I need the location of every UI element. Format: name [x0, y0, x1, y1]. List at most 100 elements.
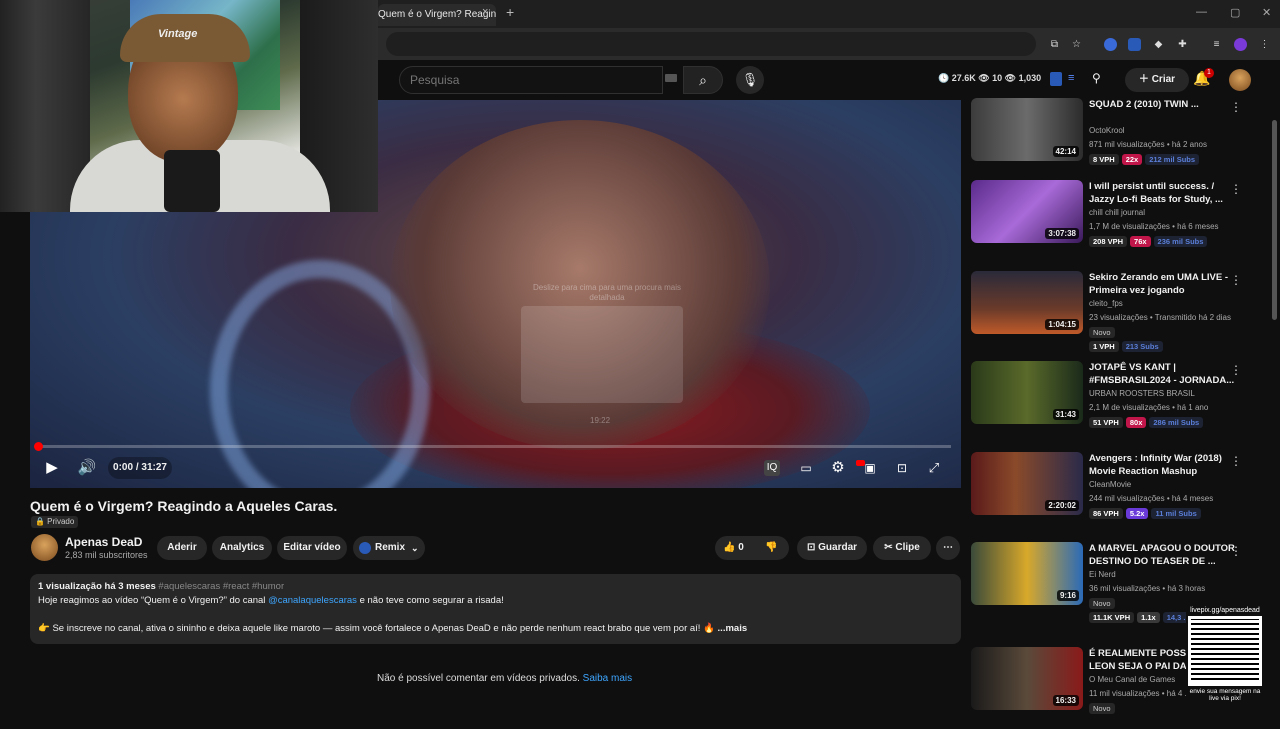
account-avatar[interactable] [1229, 69, 1251, 91]
duration-badge: 16:33 [1052, 695, 1079, 706]
like-button[interactable]: 👍 0 👎 [715, 536, 789, 560]
privacy-badge: 🔒 Privado [31, 516, 79, 528]
remix-label: Remix [375, 542, 406, 553]
recommendation-channel[interactable]: OctoKrool [1089, 126, 1125, 135]
vidiq-stats: 8 VPH 22x 212 mil Subs [1089, 154, 1200, 165]
recommendation-thumbnail[interactable]: 9:16 [971, 542, 1083, 605]
cast-icon[interactable]: ⧉ [1048, 38, 1061, 51]
browser-tab[interactable]: Quem é o Virgem? Reagindo [378, 4, 496, 26]
recommendation-title[interactable]: JOTAPÊ VS KANT | #FMSBRASIL2024 - JORNAD… [1089, 361, 1235, 388]
bookmark-star-icon[interactable]: ☆ [1070, 38, 1083, 51]
description-tags[interactable]: #aquelescaras #react #humor [158, 581, 284, 592]
duration-badge: 42:14 [1052, 146, 1079, 157]
recommendation-item[interactable]: 3:07:38 I will persist until success. / J… [970, 180, 1260, 262]
recommendation-thumbnail[interactable]: 3:07:38 [971, 180, 1083, 243]
more-options-icon[interactable]: ⋮ [1230, 100, 1242, 114]
show-more-link[interactable]: ...mais [718, 623, 748, 634]
keyboard-icon[interactable] [665, 74, 677, 82]
chevron-down-icon: ⌄ [411, 543, 419, 553]
tab-close-icon[interactable]: × [482, 6, 488, 18]
minimize-button[interactable]: — [1196, 6, 1207, 18]
extension-icon[interactable] [1104, 38, 1117, 51]
menu-dots-icon[interactable]: ⋮ [1258, 38, 1271, 51]
profile-icon[interactable] [1234, 38, 1247, 51]
more-options-icon[interactable]: ⋮ [1230, 363, 1242, 377]
recommendation-title[interactable]: A MARVEL APAGOU O DOUTOR DESTINO DO TEAS… [1089, 542, 1235, 569]
cast-icon[interactable]: ⊡ [891, 457, 913, 479]
subs-badge: 212 mil Subs [1145, 154, 1200, 165]
more-actions-button[interactable]: ⋯ [936, 536, 960, 560]
more-options-icon[interactable]: ⋮ [1230, 273, 1242, 287]
vidiq-icon[interactable] [1050, 72, 1062, 86]
volume-icon[interactable]: 🔊 [76, 457, 98, 479]
clip-label: Clipe [895, 542, 920, 553]
list-icon[interactable]: ≡ [1068, 72, 1074, 84]
learn-more-link[interactable]: Saiba mais [583, 673, 632, 684]
join-button[interactable]: Aderir [157, 536, 207, 560]
scrollbar[interactable] [1272, 120, 1277, 320]
description-line1-pre: Hoje reagimos ao vídeo “Quem é o Virgem?… [38, 595, 269, 606]
subtitles-icon[interactable]: ▭ [795, 457, 817, 479]
recommendation-thumbnail[interactable]: 1:04:15 [971, 271, 1083, 334]
recommendation-channel[interactable]: cleito_fps [1089, 299, 1123, 308]
recommendation-thumbnail[interactable]: 16:33 [971, 647, 1083, 710]
search-input[interactable] [399, 66, 663, 94]
address-bar[interactable] [386, 32, 1036, 56]
recommendation-title[interactable]: SQUAD 2 (2010) TWIN ... [1089, 98, 1235, 125]
media-icon[interactable]: ≡ [1210, 38, 1223, 51]
create-button[interactable]: ＋ Criar [1125, 68, 1189, 92]
search-icon: ⌕ [699, 72, 707, 88]
webcam-overlay: Vintage [0, 0, 378, 212]
thumbs-down-icon[interactable]: 👎 [765, 536, 777, 560]
edit-video-button[interactable]: Editar vídeo [277, 536, 347, 560]
voice-search-button[interactable]: 🎙 [736, 66, 764, 94]
clip-button[interactable]: ✂ Clipe [873, 536, 931, 560]
channel-name[interactable]: Apenas DeaD [65, 535, 142, 549]
recommendation-item[interactable]: 1:04:15 Sekiro Zerando em UMA LIVE - Prim… [970, 271, 1260, 353]
recommendation-item[interactable]: 2:20:02 Avengers : Infinity War (2018) Mo… [970, 452, 1260, 534]
extension-diamond-icon[interactable]: ◆ [1152, 38, 1165, 51]
pin-icon[interactable]: ⚲ [1092, 71, 1101, 85]
recommendation-meta: 36 mil visualizações • há 3 horas [1089, 584, 1206, 593]
new-badge: Novo [1089, 703, 1115, 714]
remix-button[interactable]: Remix ⌄ [353, 536, 425, 560]
puzzle-icon[interactable]: ✚ [1176, 38, 1189, 51]
channel-avatar[interactable] [31, 534, 58, 561]
more-options-icon[interactable]: ⋮ [1230, 454, 1242, 468]
description-box[interactable]: 1 visualização há 3 meses #aquelescaras … [30, 574, 961, 644]
new-tab-button[interactable]: + [506, 4, 514, 20]
maximize-button[interactable]: ▢ [1230, 6, 1240, 19]
close-window-button[interactable]: ✕ [1262, 6, 1271, 19]
channel-mention-link[interactable]: @canalaquelescaras [268, 595, 357, 606]
search-button[interactable]: ⌕ [683, 66, 723, 94]
recommendation-title[interactable]: Sekiro Zerando em UMA LIVE - Primeira ve… [1089, 271, 1235, 298]
recommendation-item[interactable]: 31:43 JOTAPÊ VS KANT | #FMSBRASIL2024 - J… [970, 361, 1260, 443]
fullscreen-icon[interactable]: ⤢ [923, 457, 945, 479]
save-button[interactable]: ⊡ Guardar [797, 536, 867, 560]
recommendation-channel[interactable]: Ei Nerd [1089, 570, 1116, 579]
recommendation-title[interactable]: Avengers : Infinity War (2018) Movie Rea… [1089, 452, 1235, 479]
recommendation-title[interactable]: I will persist until success. / Jazzy Lo… [1089, 180, 1235, 207]
translate-icon[interactable] [1128, 38, 1141, 51]
recommendation-channel[interactable]: chill chill journal [1089, 208, 1145, 217]
recommendation-channel[interactable]: CleanMovie [1089, 480, 1131, 489]
analytics-button[interactable]: Analytics [212, 536, 272, 560]
play-icon[interactable]: ▶ [41, 457, 63, 479]
more-options-icon[interactable]: ⋮ [1230, 544, 1242, 558]
progress-bar[interactable] [38, 445, 951, 448]
vidiq-player-icon[interactable]: IQ [764, 460, 780, 476]
settings-gear-icon[interactable]: ⚙ [827, 457, 849, 479]
more-options-icon[interactable]: ⋮ [1230, 182, 1242, 196]
recommendation-meta: 244 mil visualizações • há 4 meses [1089, 494, 1214, 503]
recommendation-channel[interactable]: O Meu Canal de Games [1089, 675, 1175, 684]
recommendation-item[interactable]: 42:14 SQUAD 2 (2010) TWIN ... OctoKrool 871… [970, 98, 1260, 180]
miniplayer-icon[interactable]: ▣ [859, 457, 881, 479]
progress-scrubber[interactable] [34, 442, 43, 451]
recommendation-thumbnail[interactable]: 42:14 [971, 98, 1083, 161]
recommendation-thumbnail[interactable]: 31:43 [971, 361, 1083, 424]
recommendation-thumbnail[interactable]: 2:20:02 [971, 452, 1083, 515]
vidiq-stats: 1 VPH 213 Subs [1089, 341, 1163, 352]
recommendation-channel[interactable]: URBAN ROOSTERS BRASIL [1089, 389, 1195, 398]
duration-badge: 3:07:38 [1045, 228, 1079, 239]
seek-preview-time: 19:22 [590, 416, 611, 425]
